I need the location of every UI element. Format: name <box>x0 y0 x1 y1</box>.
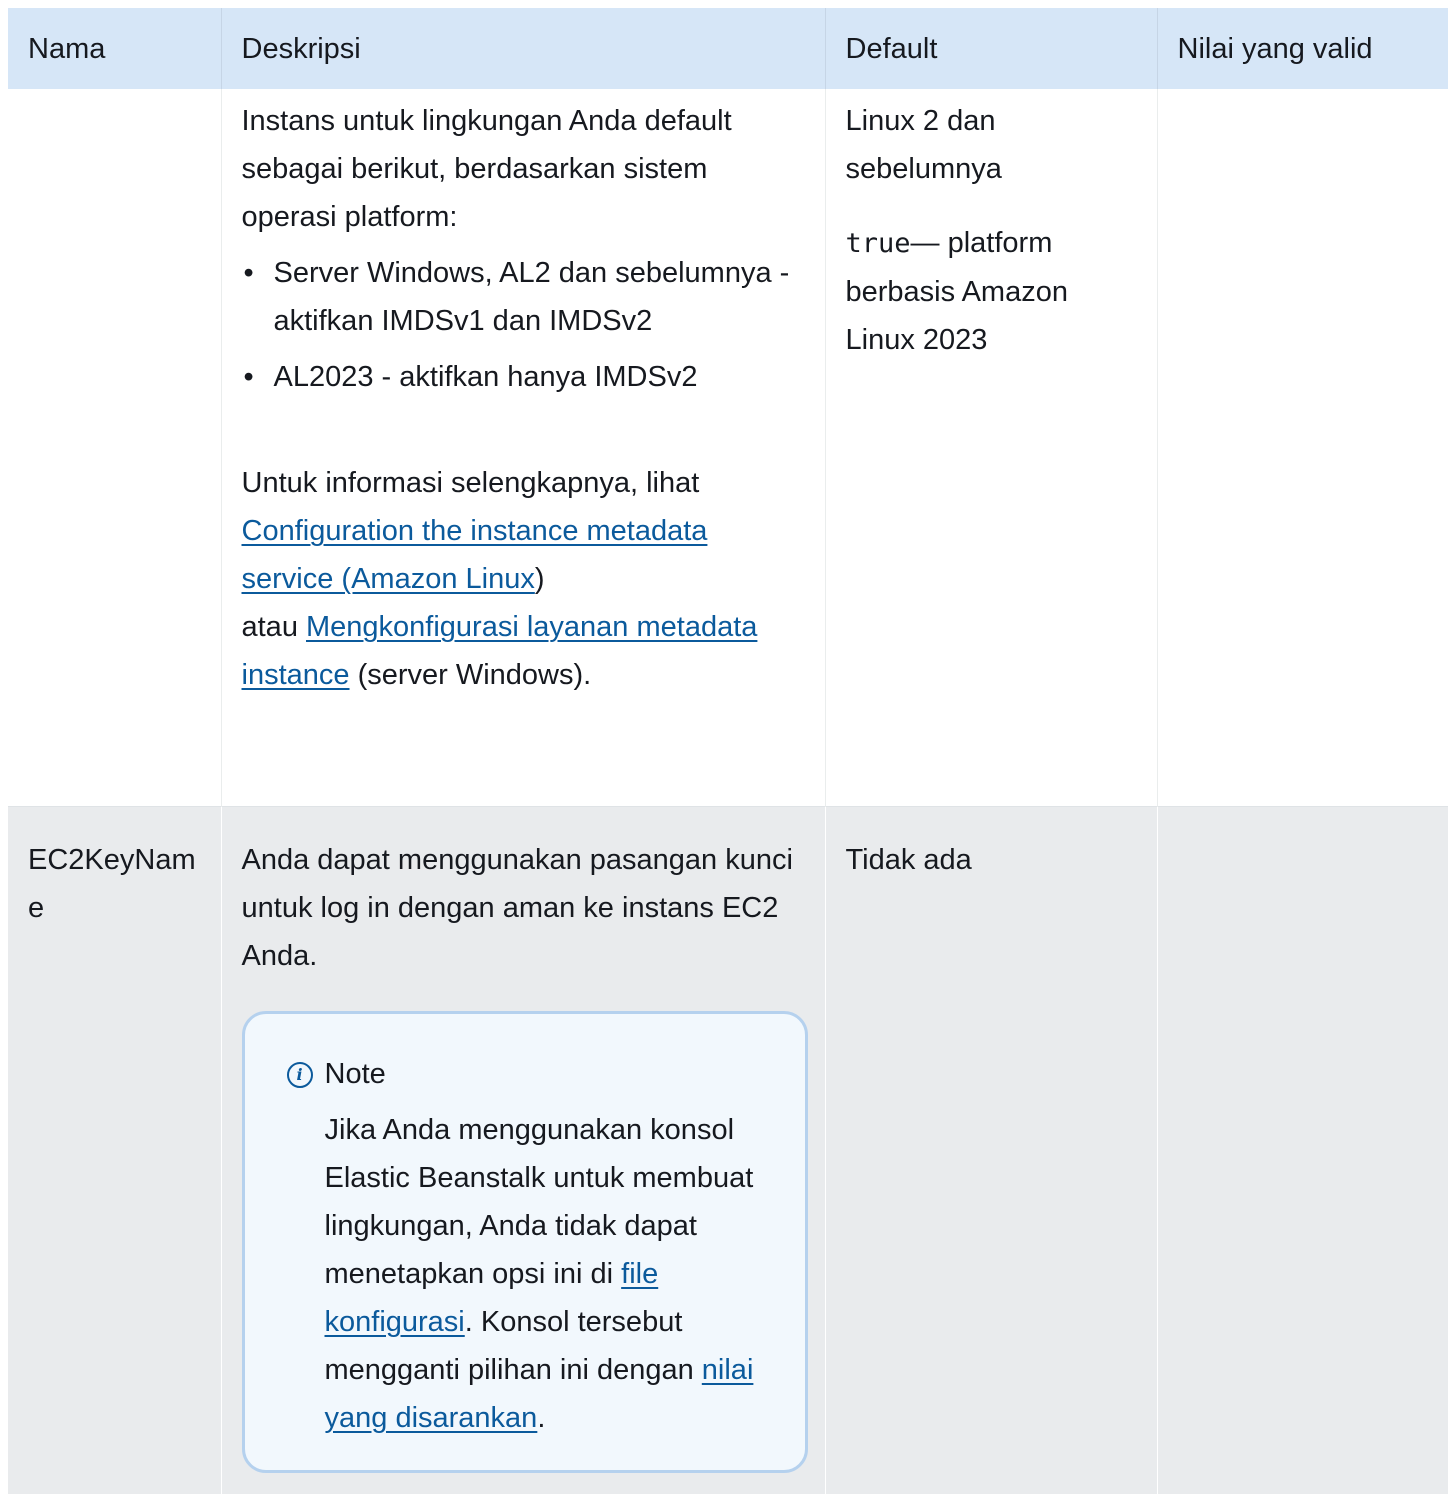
more-info-prefix: Untuk informasi selengkapnya, lihat <box>241 467 700 499</box>
header-default: Default <box>824 8 1157 89</box>
table-row: Instans untuk lingkungan Anda default se… <box>8 89 1448 806</box>
more-info-paragraph: Untuk informasi selengkapnya, lihat Conf… <box>242 459 805 699</box>
amazon-linux-imds-link[interactable]: Configuration the instance metadata serv… <box>242 515 708 595</box>
row1-default-line2: true— platform berbasis Amazon Linux 202… <box>846 219 1137 364</box>
note-body: Jika Anda menggunakan konsol Elastic Bea… <box>325 1106 765 1442</box>
list-item: Server Windows, AL2 dan sebelumnya - akt… <box>244 249 805 345</box>
note-text-3: . <box>537 1401 546 1434</box>
row2-default-cell: Tidak ada <box>824 805 1157 1494</box>
row2-valid-cell <box>1156 805 1448 1494</box>
info-icon: i <box>286 1061 313 1088</box>
or-text: atau <box>241 611 306 643</box>
true-code: true <box>845 228 911 259</box>
table-row: EC2KeyName Anda dapat menggunakan pasang… <box>8 805 1448 1494</box>
row1-default-line1: Linux 2 dan sebelumnya <box>845 105 1002 185</box>
list-item: AL2023 - aktifkan hanya IMDSv2 <box>244 353 805 401</box>
note-text-1: Jika Anda menggunakan konsol Elastic Bea… <box>324 1113 754 1290</box>
row2-description-cell: Anda dapat menggunakan pasangan kunci un… <box>220 805 825 1494</box>
note-title: Note <box>324 1057 386 1090</box>
os-defaults-list: Server Windows, AL2 dan sebelumnya - akt… <box>242 249 805 401</box>
header-name: Nama <box>8 8 221 89</box>
link2-suffix: (server Windows). <box>349 659 592 691</box>
note-box: i Note Jika Anda menggunakan konsol Elas… <box>241 1010 808 1473</box>
row1-valid-cell <box>1156 89 1448 806</box>
row2-description: Anda dapat menggunakan pasangan kunci un… <box>241 843 793 972</box>
row1-name-cell <box>8 89 221 806</box>
header-valid-values: Nilai yang valid <box>1156 8 1448 89</box>
option-name: EC2KeyName <box>28 843 196 924</box>
row1-default-cell: Linux 2 dan sebelumnya true— platform be… <box>824 89 1157 806</box>
row2-name-cell: EC2KeyName <box>8 805 221 1494</box>
row1-description-intro: Instans untuk lingkungan Anda default se… <box>241 105 732 233</box>
table-header-row: Nama Deskripsi Default Nilai yang valid <box>8 8 1448 89</box>
header-description: Deskripsi <box>220 8 825 89</box>
link1-suffix: ) <box>534 563 545 595</box>
row1-description-cell: Instans untuk lingkungan Anda default se… <box>220 89 825 806</box>
options-table: Nama Deskripsi Default Nilai yang valid … <box>8 8 1448 1494</box>
